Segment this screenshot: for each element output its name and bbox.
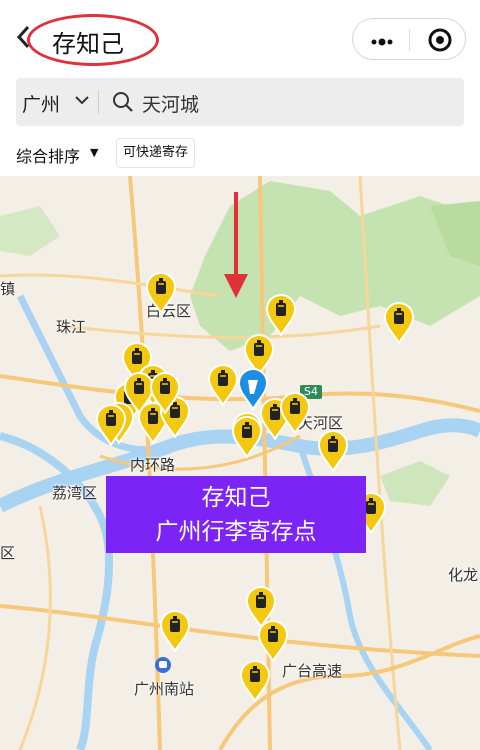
map-label-neihuan: 内环路 <box>130 456 176 474</box>
more-dots-icon[interactable] <box>371 33 393 46</box>
promo-caption-line1: 存知己 <box>201 485 271 511</box>
dropdown-triangle-icon[interactable]: ▼ <box>90 146 98 159</box>
map-view[interactable]: 白云区 天河区 荔湾区 内环路 珠江 广州南站 广台高速 镇 化龙 区 S4 存… <box>0 176 480 750</box>
chevron-down-icon[interactable] <box>74 92 90 108</box>
page-title: 存知己 <box>52 30 124 58</box>
map-label-liwan: 荔湾区 <box>52 484 98 502</box>
filter-row: 综合排序 ▼ 可快递寄存 <box>0 132 480 176</box>
storage-location-pin[interactable] <box>160 610 190 652</box>
search-bar: 广州 天河城 <box>16 78 464 126</box>
city-selector[interactable]: 广州 <box>22 90 60 117</box>
map-label-zhujiang: 珠江 <box>56 318 87 336</box>
top-bar: 存知己 <box>0 0 480 76</box>
storage-location-pin[interactable] <box>96 404 126 446</box>
promo-caption-banner: 存知己 广州行李寄存点 <box>106 476 366 553</box>
map-label-qu: 区 <box>0 544 16 562</box>
map-label-station: 广州南站 <box>134 680 195 698</box>
current-location-pin[interactable] <box>238 368 268 410</box>
map-label-highway: 广台高速 <box>282 662 343 680</box>
mini-program-capsule <box>352 18 466 60</box>
storage-location-pin[interactable] <box>258 620 288 662</box>
storage-location-pin[interactable] <box>240 660 270 702</box>
express-storage-chip[interactable]: 可快递寄存 <box>116 138 196 168</box>
storage-location-pin[interactable] <box>384 302 414 344</box>
storage-location-pin[interactable] <box>318 430 348 472</box>
storage-location-pin[interactable] <box>280 392 310 434</box>
storage-location-pin[interactable] <box>208 364 238 406</box>
search-divider <box>98 90 99 114</box>
storage-location-pin[interactable] <box>232 416 262 458</box>
search-icon <box>112 91 134 113</box>
map-label-huilong: 化龙 <box>448 566 479 584</box>
map-label-zhen: 镇 <box>0 280 16 298</box>
storage-location-pin[interactable] <box>150 372 180 414</box>
sort-dropdown[interactable]: 综合排序 <box>16 143 80 167</box>
search-input[interactable]: 天河城 <box>142 90 199 117</box>
capsule-divider <box>409 29 410 51</box>
promo-caption-line2: 广州行李寄存点 <box>155 519 317 545</box>
train-station-icon <box>154 656 172 674</box>
storage-location-pin[interactable] <box>266 294 296 336</box>
close-target-icon[interactable] <box>427 27 453 53</box>
storage-location-pin[interactable] <box>146 272 176 314</box>
